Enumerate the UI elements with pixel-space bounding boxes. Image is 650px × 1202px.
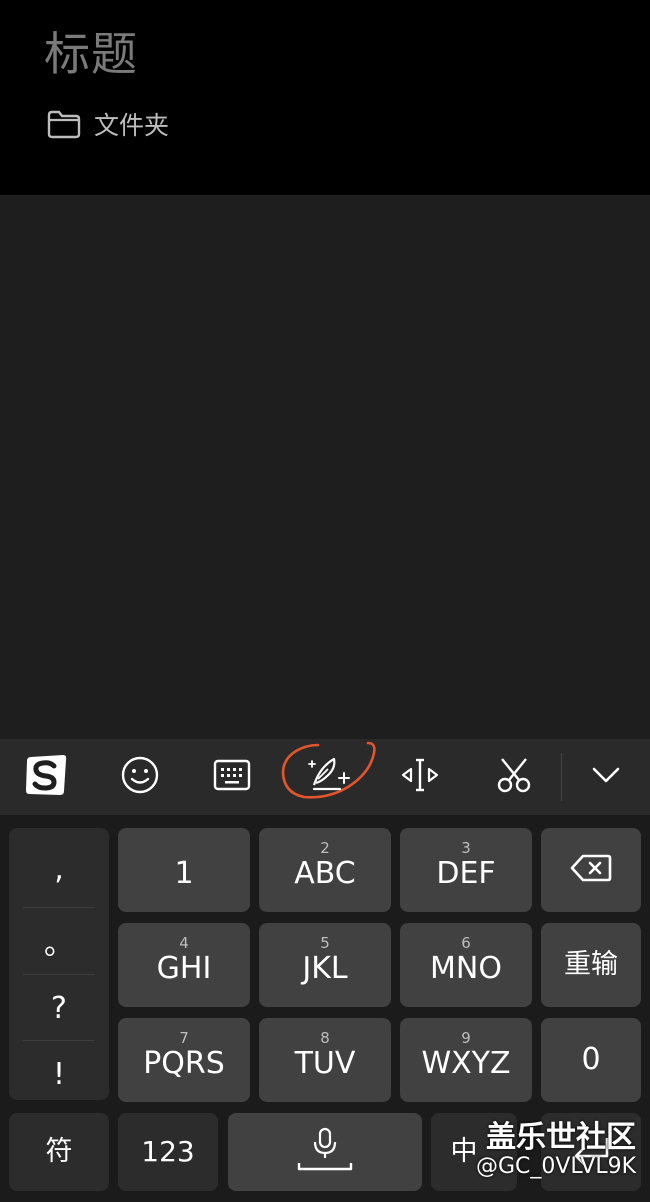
key-main-label: TUV — [294, 1045, 356, 1081]
key-sub-label: 7 — [179, 1028, 189, 1047]
watermark-id: @GC_0VLVL9K — [475, 1154, 636, 1179]
key-1[interactable]: 1 — [118, 828, 250, 912]
key-3-def[interactable]: 3 DEF — [400, 828, 532, 912]
key-sub-label: 9 — [461, 1028, 471, 1047]
key-sub-label: 6 — [461, 933, 471, 952]
key-main-label: WXYZ — [421, 1045, 511, 1081]
key-main-label: GHI — [156, 950, 212, 986]
reenter-label: 重输 — [564, 949, 618, 980]
key-main-label: PQRS — [143, 1045, 225, 1081]
language-label: 中 — [450, 1136, 478, 1167]
key-9-wxyz[interactable]: 9 WXYZ — [400, 1018, 532, 1102]
key-4-ghi[interactable]: 4 GHI — [118, 923, 250, 1007]
ime-toolbar — [0, 739, 650, 815]
symbols-key[interactable]: 符 — [9, 1113, 109, 1191]
note-body-editor[interactable] — [0, 195, 650, 739]
space-voice-key[interactable] — [228, 1113, 422, 1191]
numbers-label: 123 — [141, 1135, 195, 1168]
sogou-logo-button[interactable] — [14, 739, 78, 815]
folder-label: 文件夹 — [94, 111, 170, 140]
title-input[interactable]: 标题 — [44, 18, 138, 84]
scissors-icon — [494, 755, 534, 799]
punct-exclaim-key[interactable]: ! — [9, 1041, 109, 1107]
toolbar-separator — [561, 753, 562, 801]
collapse-keyboard-button[interactable] — [574, 739, 638, 815]
key-sub-label: 5 — [320, 933, 330, 952]
emoji-icon — [120, 755, 160, 799]
backspace-key[interactable] — [541, 828, 641, 912]
key-sub-label: 4 — [179, 933, 189, 952]
punctuation-column: , 。 ? ! — [9, 828, 109, 1100]
keyboard-switch-button[interactable] — [200, 739, 264, 815]
punct-period-key[interactable]: 。 — [9, 908, 109, 974]
key-sub-label: 2 — [320, 838, 330, 857]
symbols-label: 符 — [45, 1136, 73, 1167]
backspace-icon — [570, 853, 612, 887]
keyboard-icon — [212, 757, 252, 797]
note-header: 标题 文件夹 — [0, 0, 650, 195]
key-8-tuv[interactable]: 8 TUV — [259, 1018, 391, 1102]
punct-question-key[interactable]: ? — [9, 975, 109, 1041]
microphone-icon — [295, 1125, 355, 1179]
key-2-abc[interactable]: 2 ABC — [259, 828, 391, 912]
key-main-label: 1 — [174, 855, 194, 891]
cursor-move-button[interactable] — [388, 739, 452, 815]
key-main-label: ABC — [294, 855, 356, 891]
sogou-logo-icon — [22, 751, 70, 803]
numbers-key[interactable]: 123 — [118, 1113, 218, 1191]
watermark-title: 盖乐世社区 — [486, 1120, 636, 1155]
key-5-jkl[interactable]: 5 JKL — [259, 923, 391, 1007]
key-6-mno[interactable]: 6 MNO — [400, 923, 532, 1007]
punct-comma-key[interactable]: , — [9, 836, 109, 902]
folder-selector[interactable]: 文件夹 — [46, 104, 169, 144]
key-main-label: DEF — [436, 855, 496, 891]
handwriting-quill-icon — [276, 737, 388, 817]
key-main-label: MNO — [430, 950, 502, 986]
handwriting-button[interactable] — [276, 739, 388, 815]
emoji-button[interactable] — [108, 739, 172, 815]
chevron-down-icon — [590, 763, 622, 791]
cut-button[interactable] — [482, 739, 546, 815]
reenter-key[interactable]: 重输 — [541, 923, 641, 1007]
folder-icon — [46, 108, 82, 140]
key-sub-label: 8 — [320, 1028, 330, 1047]
key-7-pqrs[interactable]: 7 PQRS — [118, 1018, 250, 1102]
key-sub-label: 3 — [461, 838, 471, 857]
key-main-label: 0 — [581, 1042, 601, 1077]
key-0[interactable]: 0 — [541, 1018, 641, 1102]
key-main-label: JKL — [302, 950, 348, 986]
cursor-move-icon — [398, 755, 442, 799]
